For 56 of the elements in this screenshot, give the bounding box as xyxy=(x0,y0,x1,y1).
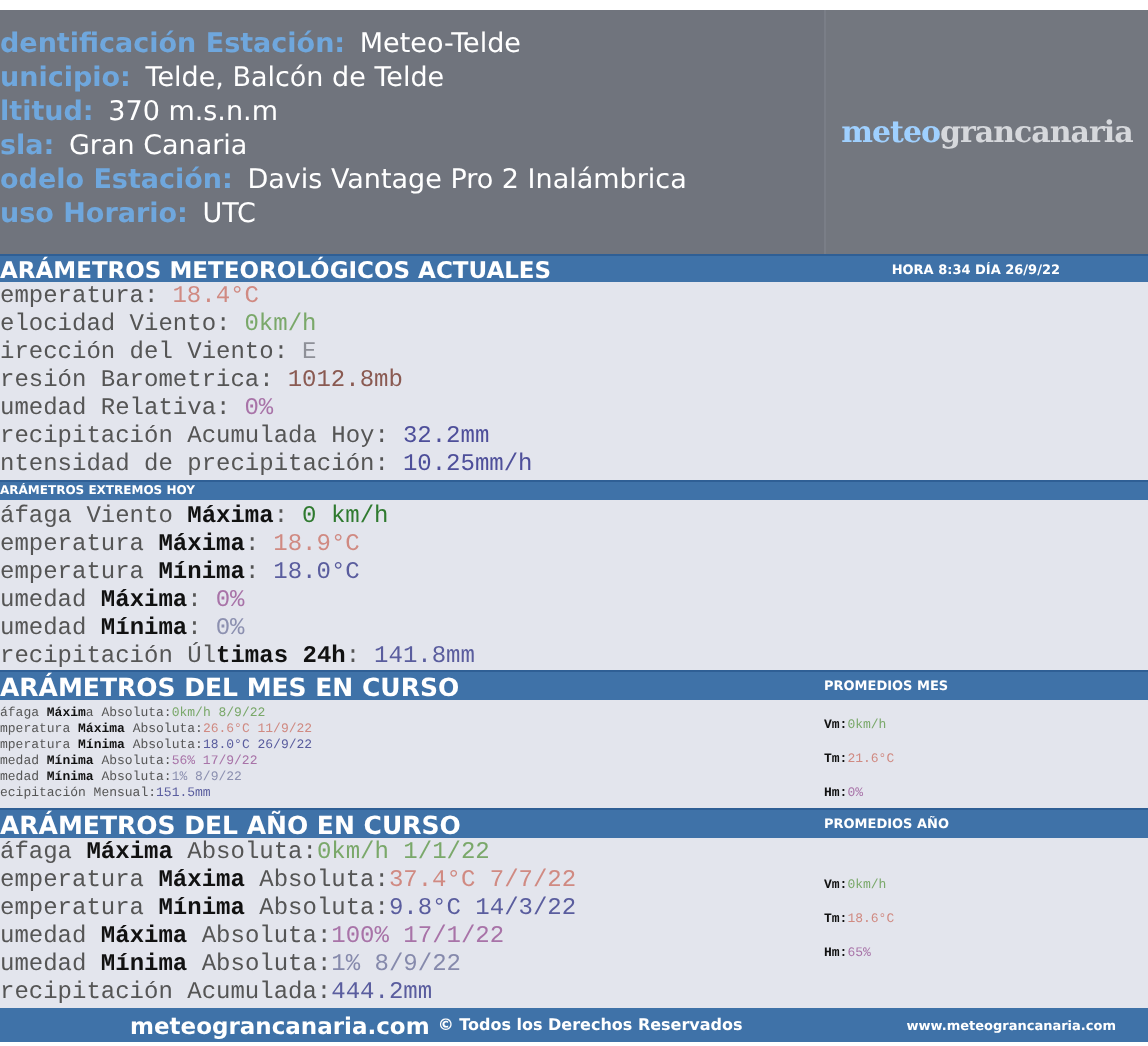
field-value: Meteo-Telde xyxy=(359,28,521,60)
parameter-label: emperatura Máxima Absoluta: xyxy=(0,866,389,894)
parameter-value: 0km/h 1/1/22 xyxy=(316,838,490,866)
parameter-value: 37.4°C 7/7/22 xyxy=(388,866,577,894)
parameter-value: 18.4°C xyxy=(172,282,259,310)
parameter-label: umedad Máxima Absoluta: xyxy=(0,922,332,950)
field-label: sla: xyxy=(0,130,55,162)
parameter-value: 141.8mm xyxy=(374,642,475,670)
footer-site-link[interactable]: meteograncanaria.com xyxy=(130,1011,430,1039)
parameter-label: ntensidad de precipitación: xyxy=(0,450,389,478)
parameter-label: emperatura: xyxy=(0,282,159,310)
parameter-value: 9.8°C 14/3/22 xyxy=(388,894,577,922)
parameter-label: umedad Mínima: xyxy=(0,614,202,642)
field-value: 370 m.s.n.m xyxy=(108,96,278,128)
field-value: Davis Vantage Pro 2 Inalámbrica xyxy=(247,164,687,196)
parameter-label: recipitación Acumulada: xyxy=(0,978,332,1006)
parameter-label: resión Barometrica: xyxy=(0,366,274,394)
parameter-value: 18.0°C xyxy=(273,558,360,586)
parameter-value: 32.2mm xyxy=(402,422,490,450)
copyright-text: © Todos los Derechos Reservados xyxy=(437,1016,743,1034)
parameter-value: 0% xyxy=(244,394,274,422)
parameter-label: áfaga Máxima Absoluta: xyxy=(0,838,317,866)
field-label: ltitud: xyxy=(0,96,94,128)
field-value: UTC xyxy=(202,198,256,230)
parameter-label: umedad Relativa: xyxy=(0,394,231,422)
parameter-value: E xyxy=(302,338,317,366)
field-label: uso Horario: xyxy=(0,198,188,230)
parameter-value: 100% 17/1/22 xyxy=(331,922,505,950)
site-logo[interactable]: meteograncanaria xyxy=(841,114,1133,150)
parameter-label: recipitación Últimas 24h: xyxy=(0,642,361,670)
field-value: Telde, Balcón de Telde xyxy=(145,62,445,94)
parameter-label: áfaga Viento Máxima: xyxy=(0,502,289,530)
section-title: ARÁMETROS METEOROLÓGICOS ACTUALES xyxy=(0,255,552,283)
field-label: unicipio: xyxy=(0,62,131,94)
field-label: odelo Estación: xyxy=(0,164,233,196)
parameter-label: umedad Mínima Absoluta: xyxy=(0,950,332,978)
parameter-label: elocidad Viento: xyxy=(0,310,231,338)
parameter-value: 444.2mm xyxy=(331,978,433,1006)
parameter-value: 0% xyxy=(215,614,245,642)
parameter-value: 10.25mm/h xyxy=(402,450,533,478)
parameter-value: 1% 8/9/22 xyxy=(331,950,461,978)
parameter-value: 18.9°C xyxy=(273,530,360,558)
parameter-label: irección del Viento: xyxy=(0,338,289,366)
parameter-value: 1012.8mb xyxy=(287,366,403,394)
parameter-label: emperatura Mínima Absoluta: xyxy=(0,894,389,922)
parameter-label: umedad Máxima: xyxy=(0,586,202,614)
section-title: ARÁMETROS DEL MES EN CURSO xyxy=(0,671,462,701)
parameter-value: 0% xyxy=(215,586,245,614)
parameter-value: 0km/h xyxy=(244,310,317,338)
parameter-label: recipitación Acumulada Hoy: xyxy=(0,422,389,450)
parameter-label: emperatura Mínima: xyxy=(0,558,260,586)
parameter-value: 0 km/h xyxy=(302,502,389,530)
parameter-label: emperatura Máxima: xyxy=(0,530,260,558)
field-label: dentificación Estación: xyxy=(0,28,346,60)
field-value: Gran Canaria xyxy=(68,130,248,162)
section-title: ARÁMETROS DEL AÑO EN CURSO xyxy=(0,809,463,839)
